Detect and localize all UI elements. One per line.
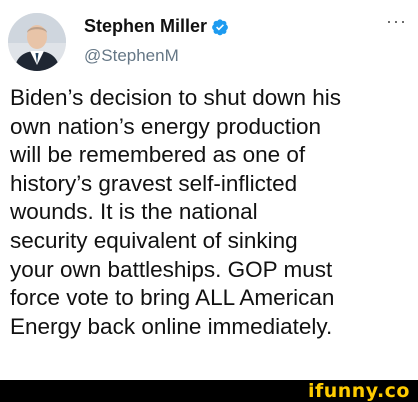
watermark-bar: ifunny.co: [0, 380, 418, 402]
tweet-text: Biden’s decision to shut down his own na…: [10, 84, 414, 341]
more-options-icon[interactable]: ···: [386, 11, 407, 32]
tweet-card: Stephen Miller @StephenM ··· Biden’s dec…: [0, 0, 418, 380]
author-name[interactable]: Stephen Miller: [84, 16, 207, 37]
author-row: Stephen Miller: [84, 16, 229, 37]
tweet-line: own nation’s energy production: [10, 113, 322, 139]
avatar-image: [8, 13, 66, 71]
verified-badge-icon: [212, 18, 228, 35]
tweet-line: force vote to bring ALL American: [10, 285, 335, 311]
ifunny-watermark: ifunny.co: [307, 380, 410, 402]
tweet-line: your own battleships. GOP must: [10, 256, 333, 282]
avatar[interactable]: [8, 13, 66, 71]
tweet-line: history’s gravest self-inflicted: [10, 170, 298, 196]
tweet-line: security equivalent of sinking: [10, 227, 298, 253]
tweet-line: Biden’s decision to shut down his: [10, 85, 342, 110]
author-handle[interactable]: @StephenM: [84, 46, 179, 66]
tweet-line: will be remembered as one of: [10, 142, 306, 168]
tweet-line: wounds. It is the national: [10, 199, 258, 225]
tweet-line: Energy back online immediately.: [10, 313, 333, 339]
